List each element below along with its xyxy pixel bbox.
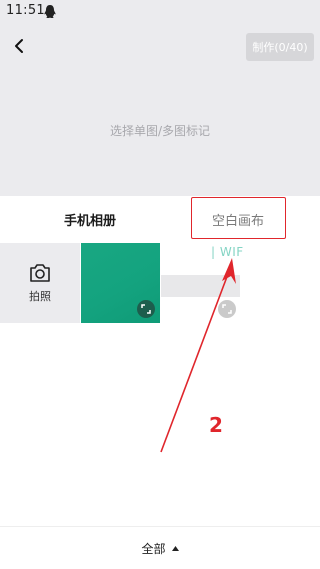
blank-canvas-bar xyxy=(161,275,240,297)
blank-canvas-text: | WIF xyxy=(211,245,244,259)
make-button[interactable]: 制作(0/40) xyxy=(246,33,314,61)
take-photo-label: 拍照 xyxy=(29,290,51,303)
take-photo-cell[interactable]: 拍照 xyxy=(0,243,80,323)
qq-penguin-icon xyxy=(44,5,56,18)
annotation-step-number: 2 xyxy=(209,413,223,437)
annotation-highlight-box xyxy=(191,197,286,239)
camera-icon xyxy=(30,264,50,282)
album-filter-label: 全部 xyxy=(141,542,166,556)
bottom-bar: 全部 xyxy=(0,526,320,569)
expand-icon[interactable] xyxy=(137,300,155,318)
tab-phone-album[interactable]: 手机相册 xyxy=(40,196,140,242)
selection-preview-area: 制作(0/40) 选择单图/多图标记 xyxy=(0,24,320,196)
caret-up-icon xyxy=(171,546,179,551)
expand-icon[interactable] xyxy=(218,300,236,318)
selection-hint: 选择单图/多图标记 xyxy=(109,124,211,138)
status-bar: 11:51 xyxy=(0,0,320,24)
album-filter-button[interactable]: 全部 xyxy=(0,527,320,569)
back-button[interactable] xyxy=(8,34,32,58)
status-time: 11:51 xyxy=(6,3,45,18)
